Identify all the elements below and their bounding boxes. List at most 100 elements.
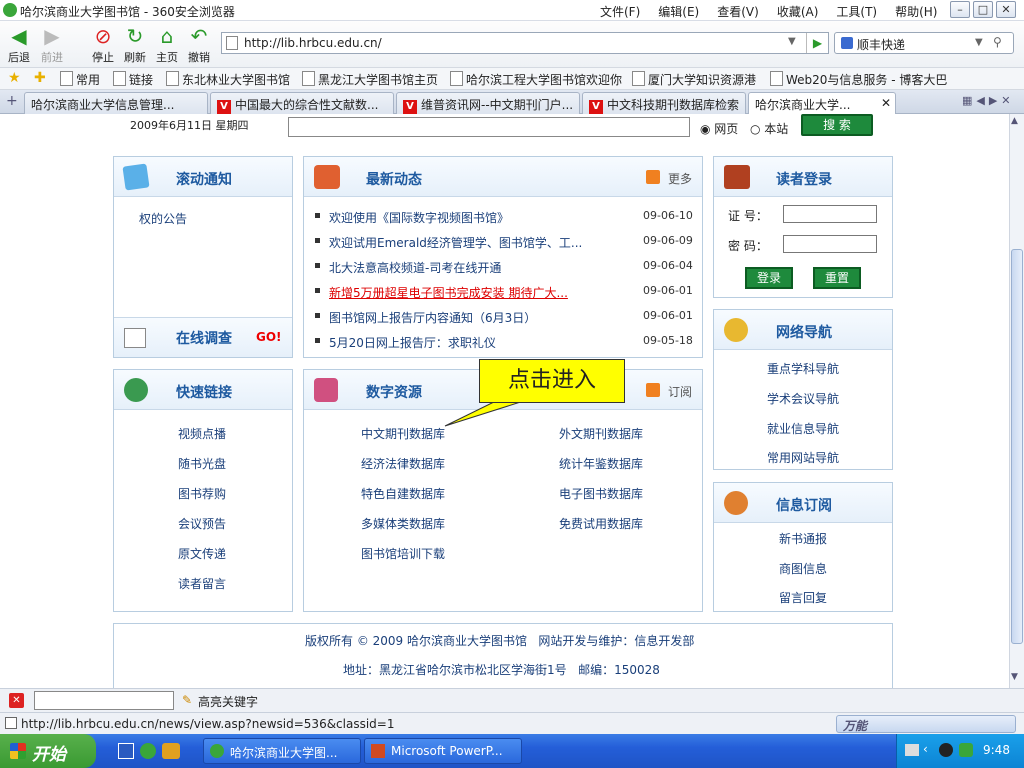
news-item[interactable]: 新增5万册超星电子图书完成安装 期待广大...: [329, 284, 568, 301]
quick-cd[interactable]: 随书光盘: [178, 455, 226, 472]
fav-hlju-library[interactable]: 黑龙江大学图书馆主页: [302, 71, 438, 88]
quick-messages[interactable]: 读者留言: [178, 575, 226, 592]
forward-button[interactable]: ▶ 前进: [37, 23, 67, 65]
res-multimedia[interactable]: 多媒体类数据库: [361, 515, 445, 532]
notice-text[interactable]: 权的公告: [139, 210, 187, 227]
keyboard-icon[interactable]: [905, 744, 919, 756]
password-input[interactable]: [783, 235, 877, 253]
browser-quicklaunch-icon[interactable]: [140, 743, 156, 759]
word-quicklaunch-icon[interactable]: [118, 743, 134, 759]
survey-go[interactable]: GO!: [256, 330, 282, 344]
home-button[interactable]: ⌂ 主页: [152, 23, 182, 65]
bullet-icon: [315, 263, 320, 268]
quick-document-delivery[interactable]: 原文传递: [178, 545, 226, 562]
minimize-button[interactable]: –: [950, 1, 970, 18]
res-training-download[interactable]: 图书馆培训下载: [361, 545, 445, 562]
menu-help[interactable]: 帮助(H): [895, 3, 937, 20]
res-chinese-journals[interactable]: 中文期刊数据库: [361, 425, 445, 442]
quick-recommend[interactable]: 图书荐购: [178, 485, 226, 502]
chevron-down-icon[interactable]: ▼: [975, 37, 983, 48]
res-special-built[interactable]: 特色自建数据库: [361, 485, 445, 502]
fav-web20-blog[interactable]: Web20与信息服务 - 博客大巴: [770, 71, 947, 88]
fav-xmu-resources[interactable]: 厦门大学知识资源港: [632, 71, 756, 88]
subscribe-link[interactable]: 订阅: [668, 383, 692, 400]
search-icon[interactable]: ⚲: [993, 35, 1002, 49]
search-box[interactable]: 顺丰快递 ▼ ⚲: [834, 32, 1014, 54]
radio-web[interactable]: ◉ 网页: [700, 120, 738, 137]
fav-hrbeu-library[interactable]: 哈尔滨工程大学图书馆欢迎你: [450, 71, 622, 88]
add-favorite-icon[interactable]: ✚: [34, 70, 46, 86]
task-powerpoint[interactable]: Microsoft PowerP...: [364, 738, 522, 764]
news-item[interactable]: 北大法意高校频道-司考在线开通: [329, 259, 501, 276]
tab-hrbcu-info[interactable]: 哈尔滨商业大学信息管理...: [24, 92, 208, 114]
stop-button[interactable]: ⊘ 停止: [88, 23, 118, 65]
menu-edit[interactable]: 编辑(E): [658, 3, 699, 20]
close-find-icon[interactable]: ✕: [9, 693, 24, 708]
radio-site[interactable]: ○ 本站: [750, 120, 788, 137]
info-library-news[interactable]: 商图信息: [779, 560, 827, 577]
task-browser[interactable]: 哈尔滨商业大学图...: [203, 738, 361, 764]
res-free-trial[interactable]: 免费试用数据库: [559, 515, 643, 532]
menu-file[interactable]: 文件(F): [600, 3, 640, 20]
card-number-input[interactable]: [783, 205, 877, 223]
refresh-button[interactable]: ↻ 刷新: [120, 23, 150, 65]
nav-employment[interactable]: 就业信息导航: [767, 420, 839, 437]
scroll-up-icon[interactable]: ▲: [1011, 116, 1018, 126]
menu-favorites[interactable]: 收藏(A): [777, 3, 819, 20]
find-input[interactable]: [34, 691, 174, 710]
back-button[interactable]: ◀ 后退: [4, 23, 34, 65]
refresh-label: 刷新: [124, 51, 146, 64]
news-item[interactable]: 欢迎试用Emerald经济管理学、图书馆学、工...: [329, 234, 582, 251]
reset-button[interactable]: 重置: [813, 267, 861, 289]
menu-tools[interactable]: 工具(T): [836, 3, 877, 20]
site-search-button[interactable]: 搜 索: [801, 114, 873, 136]
chevron-down-icon[interactable]: ▼: [788, 36, 796, 47]
nav-common-sites[interactable]: 常用网站导航: [767, 449, 839, 466]
login-button[interactable]: 登录: [745, 267, 793, 289]
scroll-down-icon[interactable]: ▼: [1011, 672, 1018, 682]
news-item[interactable]: 5月20日网上报告厅：求职礼仪: [329, 334, 496, 351]
site-search-input[interactable]: [288, 117, 690, 137]
scroll-thumb[interactable]: [1011, 249, 1023, 644]
info-replies[interactable]: 留言回复: [779, 589, 827, 606]
news-item[interactable]: 图书馆网上报告厅内容通知（6月3日）: [329, 309, 536, 326]
close-tab-icon[interactable]: ✕: [881, 96, 891, 110]
tab-vip-search[interactable]: V 中文科技期刊数据库检索: [582, 92, 746, 114]
tab-cnki[interactable]: V 中国最大的综合性文献数...: [210, 92, 394, 114]
tab-hrbcu-library[interactable]: 哈尔滨商业大学... ✕: [748, 92, 896, 115]
quick-meetings[interactable]: 会议预告: [178, 515, 226, 532]
address-bar[interactable]: http://lib.hrbcu.edu.cn/ ▼ ▶: [221, 32, 829, 54]
page-scrollbar[interactable]: ▲ ▼: [1009, 114, 1024, 688]
maximize-button[interactable]: □: [973, 1, 993, 18]
app-quicklaunch-icon[interactable]: [162, 743, 180, 759]
qq-icon[interactable]: [939, 743, 953, 757]
news-item[interactable]: 欢迎使用《国际数字视频图书馆》: [329, 209, 509, 226]
tab-vip-portal[interactable]: V 维普资讯网--中文期刊门户...: [396, 92, 580, 114]
new-tab-icon[interactable]: +: [6, 93, 18, 109]
fav-common[interactable]: 常用: [60, 71, 100, 88]
security-icon[interactable]: [959, 743, 973, 757]
res-economic-law[interactable]: 经济法律数据库: [361, 455, 445, 472]
quick-video[interactable]: 视频点播: [178, 425, 226, 442]
clock: 9:48: [983, 743, 1010, 757]
res-foreign-journals[interactable]: 外文期刊数据库: [559, 425, 643, 442]
nav-key-subjects[interactable]: 重点学科导航: [767, 360, 839, 377]
menu-view[interactable]: 查看(V): [717, 3, 759, 20]
star-icon[interactable]: ★: [8, 70, 21, 86]
ime-toolbar[interactable]: 万能: [836, 715, 1016, 733]
res-statistics-yearbook[interactable]: 统计年鉴数据库: [559, 455, 643, 472]
info-new-books[interactable]: 新书通报: [779, 530, 827, 547]
res-ebooks[interactable]: 电子图书数据库: [559, 485, 643, 502]
fav-links[interactable]: 链接: [113, 71, 153, 88]
news-more-link[interactable]: 更多: [668, 170, 692, 187]
survey-bar[interactable]: 在线调查 GO!: [114, 317, 292, 357]
start-button[interactable]: 开始: [0, 734, 96, 768]
tray-expand-icon[interactable]: ‹: [923, 742, 928, 756]
fav-nefu-library[interactable]: 东北林业大学图书馆: [166, 71, 290, 88]
highlight-keyword-button[interactable]: 高亮关键字: [198, 693, 258, 710]
go-button[interactable]: ▶: [806, 33, 828, 53]
undo-button[interactable]: ↶ 撤销: [184, 23, 214, 65]
nav-conferences[interactable]: 学术会议导航: [767, 390, 839, 407]
tab-controls-icon[interactable]: ▦◀▶✕: [962, 94, 1015, 107]
close-window-button[interactable]: ✕: [996, 1, 1016, 18]
